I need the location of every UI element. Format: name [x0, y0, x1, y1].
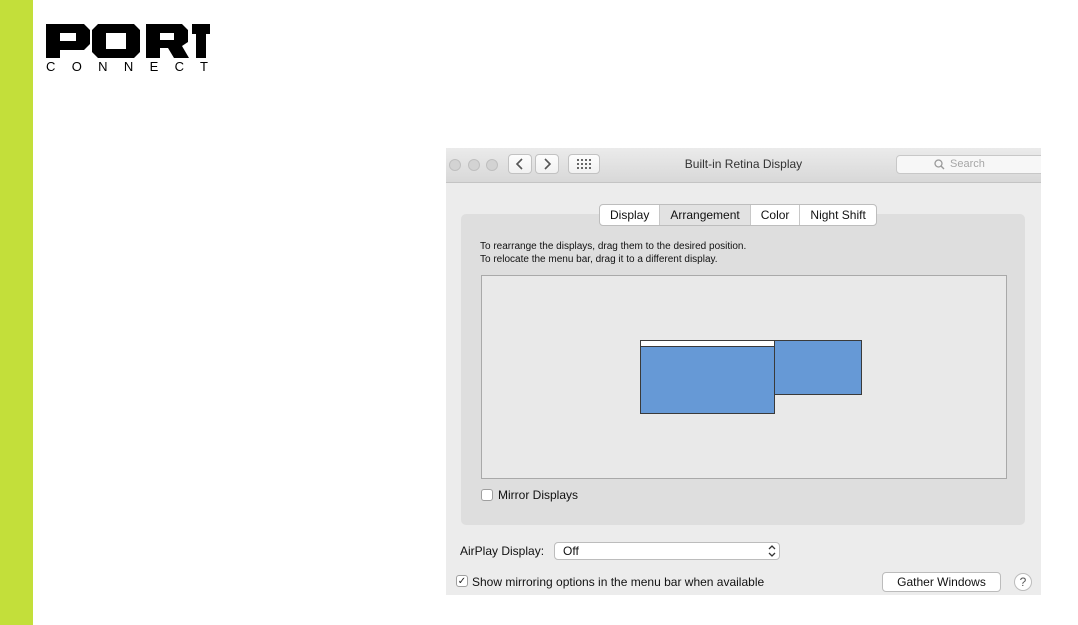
arrangement-panel: To rearrange the displays, drag them to …	[461, 214, 1025, 525]
display-arrangement-area	[481, 275, 1007, 479]
menu-bar-handle[interactable]	[641, 341, 774, 347]
show-mirroring-label: Show mirroring options in the menu bar w…	[472, 575, 765, 589]
airplay-display-label: AirPlay Display:	[460, 544, 545, 558]
search-field[interactable]: Search	[896, 155, 1041, 174]
rearrange-instruction: To rearrange the displays, drag them to …	[480, 241, 747, 252]
port-connect-logo: C O N N E C T	[46, 24, 210, 74]
tab-color[interactable]: Color	[751, 205, 801, 225]
tab-night-shift[interactable]: Night Shift	[800, 205, 875, 225]
mirror-displays-checkbox[interactable]	[481, 489, 493, 501]
forward-button[interactable]	[535, 154, 559, 174]
menubar-instruction: To relocate the menu bar, drag it to a d…	[480, 254, 718, 265]
show-mirroring-checkbox[interactable]: ✓	[456, 575, 468, 587]
tab-arrangement[interactable]: Arrangement	[660, 205, 751, 225]
airplay-display-value: Off	[563, 544, 579, 558]
minimize-window-button[interactable]	[468, 159, 480, 171]
zoom-window-button[interactable]	[486, 159, 498, 171]
tab-display[interactable]: Display	[600, 205, 661, 225]
system-preferences-window: Built-in Retina Display Search Display A…	[446, 148, 1041, 595]
secondary-display[interactable]	[774, 340, 862, 395]
window-title: Built-in Retina Display	[684, 157, 803, 171]
chevron-updown-icon	[768, 545, 776, 557]
title-bar: Built-in Retina Display Search	[446, 148, 1041, 183]
accent-bar	[0, 0, 33, 625]
search-icon	[934, 159, 945, 170]
back-button[interactable]	[508, 154, 532, 174]
grid-icon	[577, 159, 591, 169]
help-button[interactable]: ?	[1014, 573, 1032, 591]
airplay-display-select[interactable]: Off	[554, 542, 780, 560]
show-all-button[interactable]	[568, 154, 600, 174]
mirror-displays-label: Mirror Displays	[498, 488, 579, 502]
search-placeholder: Search	[950, 158, 985, 170]
gather-windows-button[interactable]: Gather Windows	[882, 572, 1001, 592]
chevron-left-icon	[515, 158, 523, 170]
tab-bar: Display Arrangement Color Night Shift	[599, 204, 877, 226]
close-window-button[interactable]	[449, 159, 461, 171]
logo-subtitle: C O N N E C T	[46, 59, 208, 74]
chevron-right-icon	[544, 158, 552, 170]
main-display[interactable]	[640, 340, 775, 414]
